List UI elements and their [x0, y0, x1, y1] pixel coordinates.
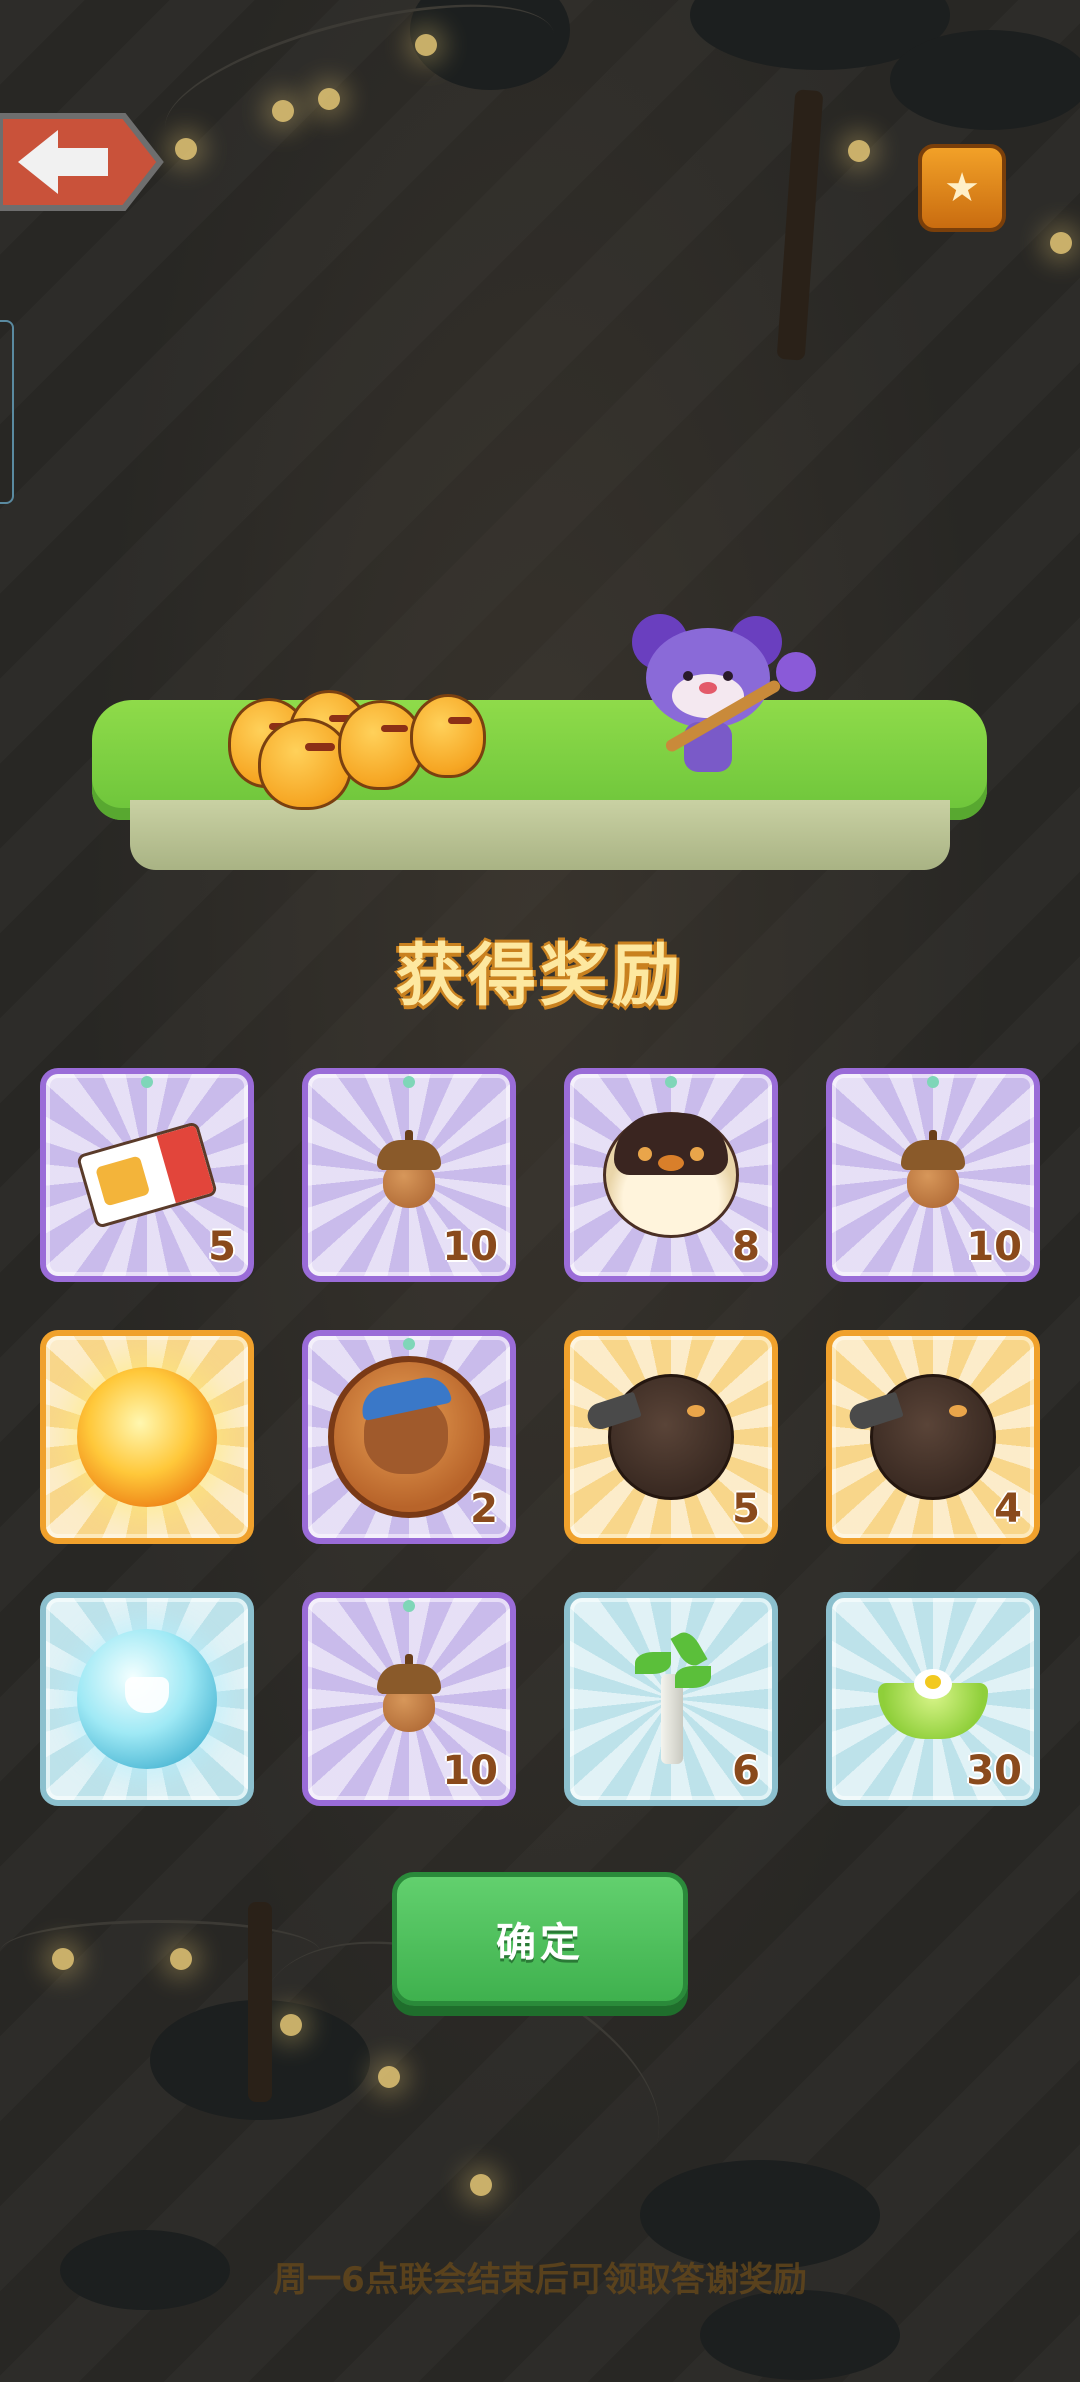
- golden-orb-icon: [77, 1367, 217, 1507]
- crow-icon: [584, 1374, 734, 1500]
- reward-count: 8: [732, 1224, 760, 1270]
- confirm-button[interactable]: 确定: [392, 1872, 688, 2006]
- light-bulb: [415, 34, 437, 56]
- bear-coin-icon: [328, 1356, 490, 1518]
- reward-item[interactable]: [40, 1592, 254, 1806]
- reward-count: 4: [994, 1486, 1022, 1532]
- reward-count: 10: [966, 1224, 1022, 1270]
- star-icon: ★: [944, 165, 980, 211]
- reward-count: 10: [442, 1224, 498, 1270]
- grass-island: [92, 690, 987, 880]
- reward-item[interactable]: 30: [826, 1592, 1040, 1806]
- hamster-icon: [603, 1112, 739, 1238]
- reward-item[interactable]: 10: [302, 1068, 516, 1282]
- reward-item[interactable]: 10: [302, 1592, 516, 1806]
- crystal-orb-icon: [77, 1629, 217, 1769]
- acorn-icon: [377, 1654, 441, 1734]
- back-arrow-icon: [0, 113, 164, 211]
- pin-icon: [403, 1600, 415, 1612]
- acorn-icon: [377, 1130, 441, 1210]
- island-base: [130, 800, 950, 870]
- reward-item[interactable]: 4: [826, 1330, 1040, 1544]
- light-bulb: [175, 138, 197, 160]
- reward-item[interactable]: 5: [564, 1330, 778, 1544]
- light-bulb: [170, 1948, 192, 1970]
- light-bulb: [378, 2066, 400, 2088]
- light-bulb: [1050, 232, 1072, 254]
- reward-item[interactable]: [40, 1330, 254, 1544]
- reward-item[interactable]: 10: [826, 1068, 1040, 1282]
- acorn-icon: [901, 1130, 965, 1210]
- star-button[interactable]: ★: [918, 144, 1006, 232]
- reward-count: 10: [442, 1748, 498, 1794]
- chick-character: [258, 718, 352, 810]
- pin-icon: [141, 1076, 153, 1088]
- reward-count: 2: [470, 1486, 498, 1532]
- pin-icon: [665, 1076, 677, 1088]
- side-tab[interactable]: [0, 320, 14, 504]
- cloud-decoration: [700, 2290, 900, 2380]
- light-bulb: [848, 140, 870, 162]
- egg-bowl-icon: [878, 1659, 988, 1739]
- light-bulb: [318, 88, 340, 110]
- reward-count: 6: [732, 1748, 760, 1794]
- chick-character: [410, 694, 486, 778]
- ticket-icon: [75, 1121, 219, 1229]
- sapling-icon: [631, 1627, 711, 1764]
- crow-icon: [846, 1374, 996, 1500]
- reward-item[interactable]: 2: [302, 1330, 516, 1544]
- footer-notice: 周一6点联会结束后可领取答谢奖励: [273, 2260, 807, 2300]
- pin-icon: [403, 1076, 415, 1088]
- pin-icon: [927, 1076, 939, 1088]
- light-bulb: [52, 1948, 74, 1970]
- reward-item[interactable]: 5: [40, 1068, 254, 1282]
- reward-count: 5: [732, 1486, 760, 1532]
- pin-icon: [403, 1338, 415, 1350]
- cloud-decoration: [890, 30, 1080, 130]
- light-bulb: [272, 100, 294, 122]
- reward-title: 获得奖励: [395, 937, 684, 1016]
- reward-count: 5: [208, 1224, 236, 1270]
- reward-item[interactable]: 8: [564, 1068, 778, 1282]
- purple-bear-character: [628, 610, 828, 790]
- back-button[interactable]: [0, 102, 166, 222]
- wooden-pole: [248, 1902, 272, 2102]
- light-bulb: [280, 2014, 302, 2036]
- reward-count: 30: [966, 1748, 1022, 1794]
- light-bulb: [470, 2174, 492, 2196]
- reward-item[interactable]: 6: [564, 1592, 778, 1806]
- light-wire: [0, 1920, 320, 1983]
